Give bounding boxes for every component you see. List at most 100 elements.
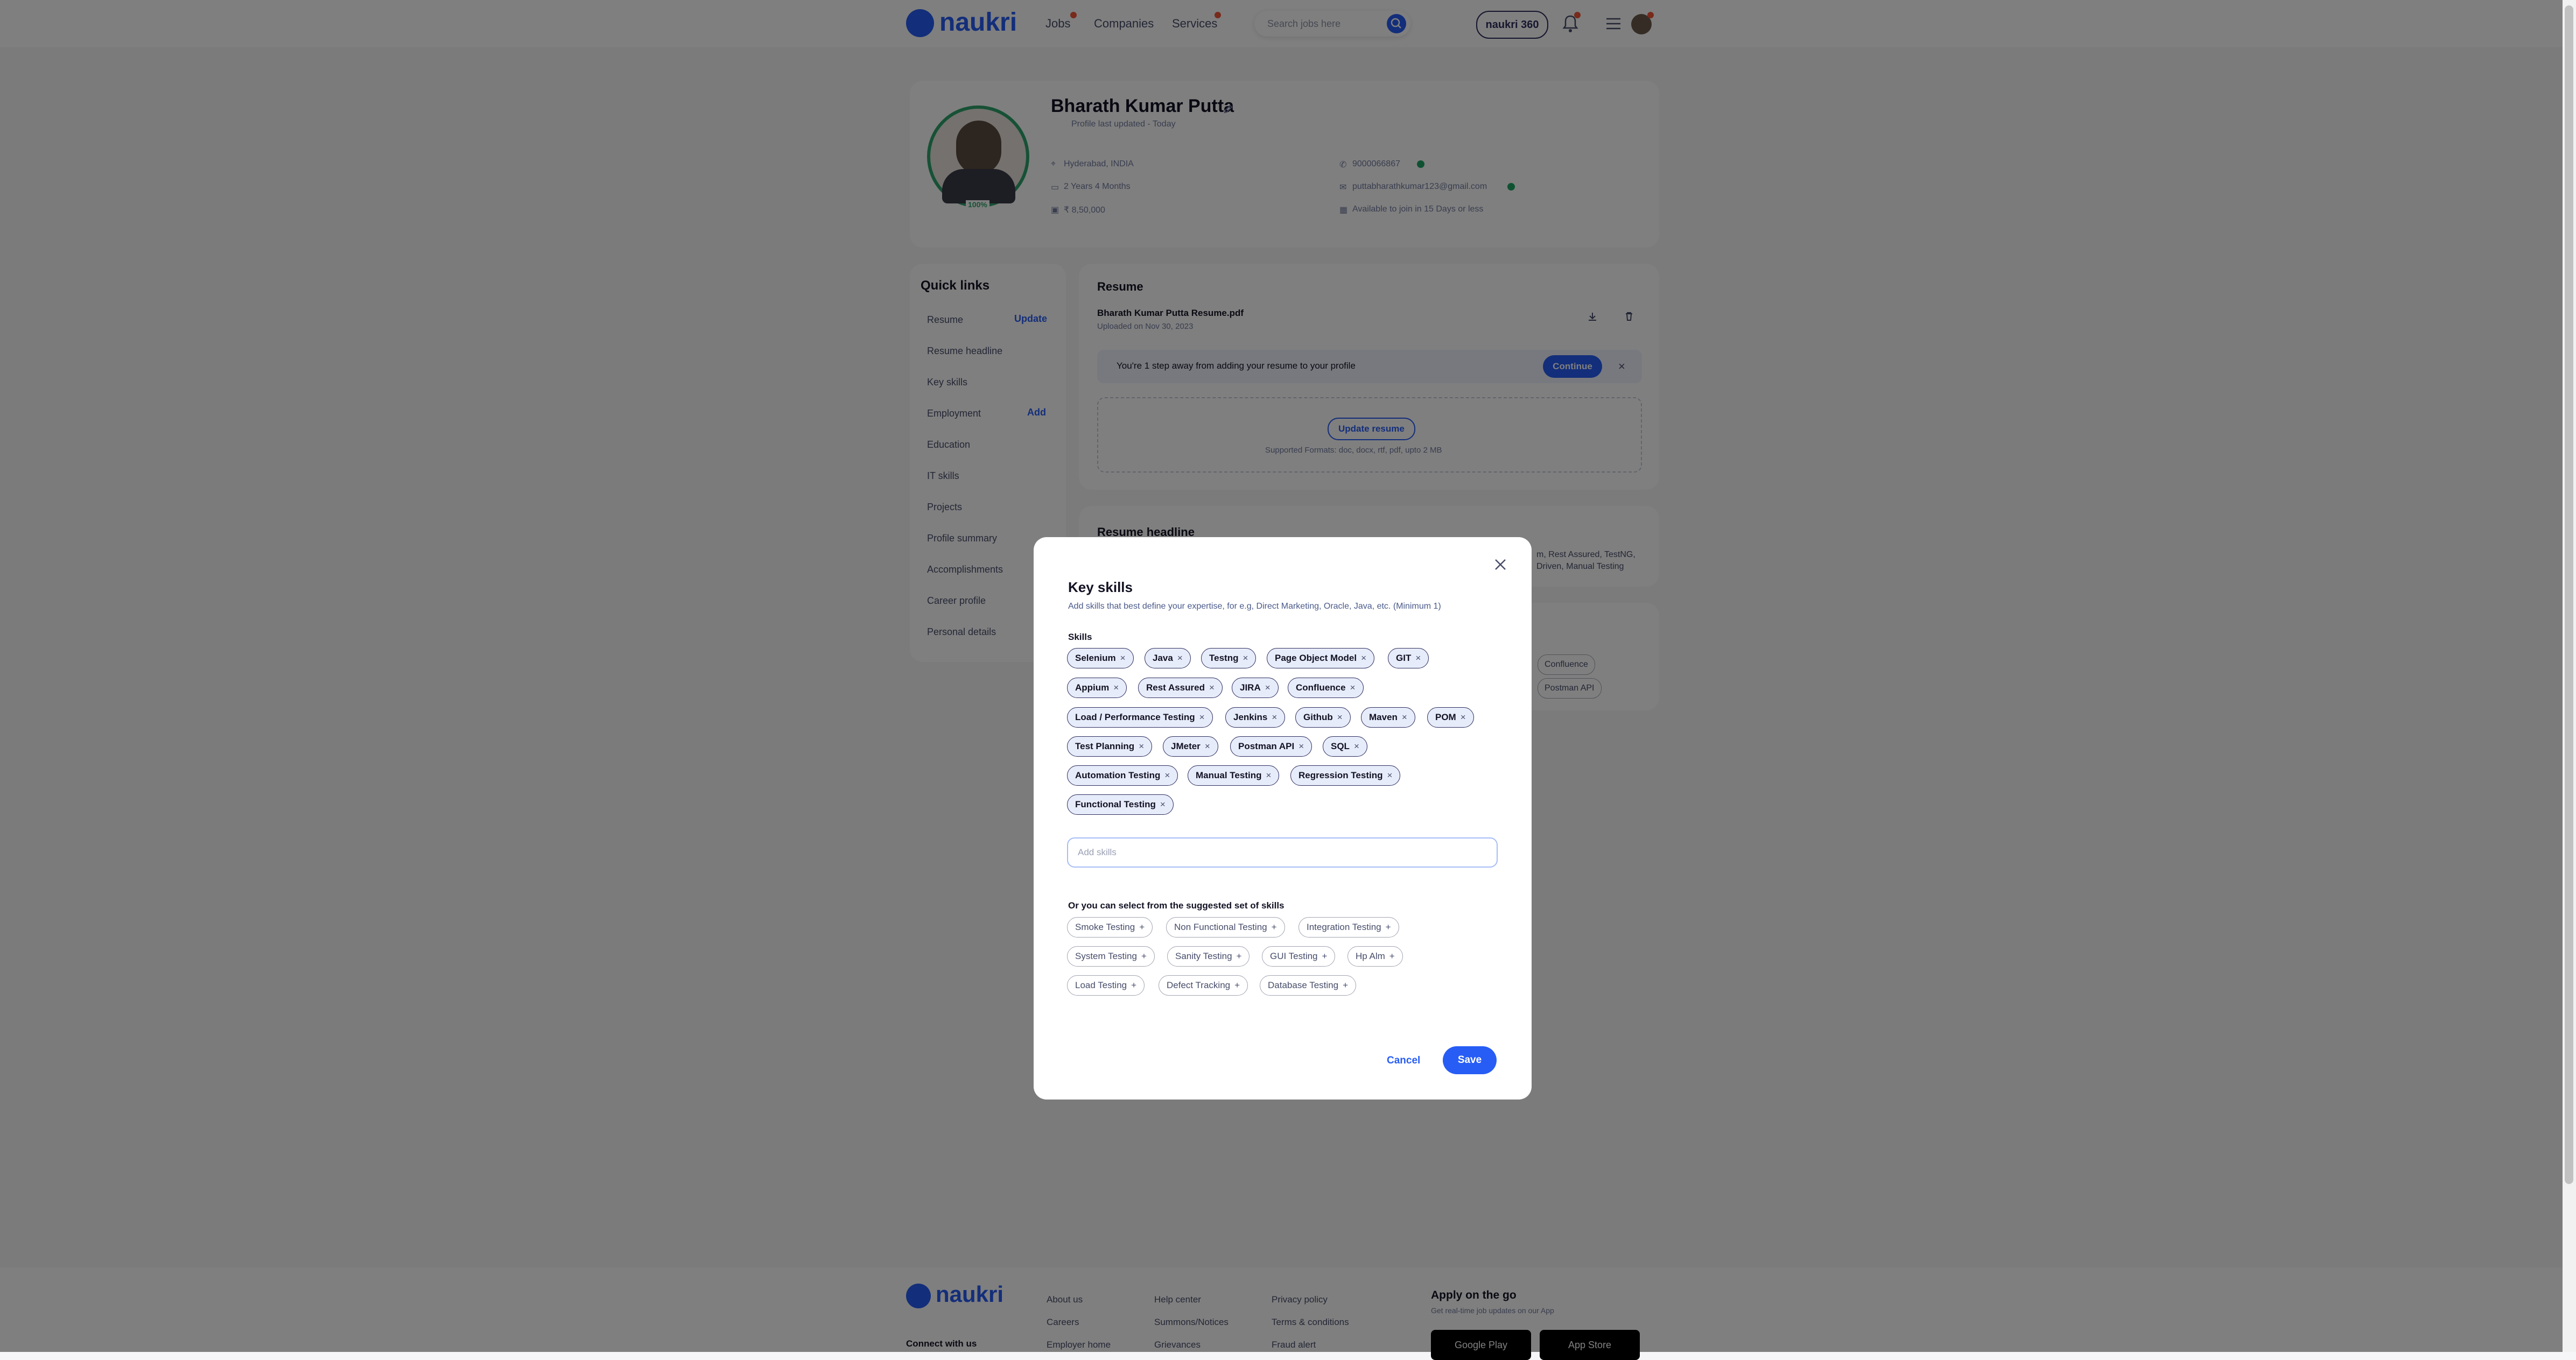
plus-icon: + — [1131, 980, 1137, 990]
plus-icon: + — [1271, 922, 1277, 932]
suggested-skill-label: Defect Tracking — [1167, 980, 1231, 990]
remove-skill-icon[interactable]: × — [1272, 712, 1277, 722]
skill-chip: Manual Testing × — [1188, 765, 1280, 786]
suggested-skill-chip[interactable]: Non Functional Testing + — [1166, 917, 1285, 938]
skill-chip: Maven × — [1361, 707, 1415, 728]
skill-chip: Appium × — [1067, 678, 1127, 698]
suggested-skill-chip[interactable]: Database Testing + — [1260, 975, 1356, 996]
skill-chip: Test Planning × — [1067, 736, 1153, 757]
remove-skill-icon[interactable]: × — [1402, 712, 1407, 722]
skill-chip-label: Postman API — [1238, 741, 1295, 751]
remove-skill-icon[interactable]: × — [1265, 682, 1271, 693]
skill-chip: Regression Testing × — [1290, 765, 1401, 786]
suggested-skill-chip[interactable]: Sanity Testing + — [1167, 946, 1250, 967]
skill-chip-label: Jenkins — [1233, 712, 1268, 722]
plus-icon: + — [1385, 922, 1391, 932]
suggested-skill-chip[interactable]: Integration Testing + — [1298, 917, 1399, 938]
skill-chip-label: SQL — [1331, 741, 1350, 751]
remove-skill-icon[interactable]: × — [1243, 653, 1248, 663]
plus-icon: + — [1234, 980, 1240, 990]
suggested-skill-chip[interactable]: Smoke Testing + — [1067, 917, 1153, 938]
skill-chip: Load / Performance Testing × — [1067, 707, 1213, 728]
cancel-button[interactable]: Cancel — [1387, 1055, 1420, 1067]
skill-chip-label: POM — [1435, 712, 1456, 722]
suggested-skill-chip[interactable]: GUI Testing + — [1262, 946, 1336, 967]
plus-icon: + — [1389, 951, 1395, 961]
suggested-skill-label: Hp Alm — [1356, 951, 1385, 961]
skill-chip-label: Load / Performance Testing — [1075, 712, 1195, 722]
skill-chip-label: GIT — [1396, 653, 1412, 663]
remove-skill-icon[interactable]: × — [1354, 741, 1359, 751]
suggested-skill-chip[interactable]: System Testing + — [1067, 946, 1155, 967]
save-button[interactable]: Save — [1443, 1046, 1497, 1074]
plus-icon: + — [1139, 922, 1145, 932]
add-skills-input[interactable]: Add skills — [1067, 837, 1498, 868]
skill-chip-label: Testng — [1209, 653, 1239, 663]
skill-chip-label: Appium — [1075, 682, 1110, 693]
skill-chip: Testng × — [1201, 648, 1257, 668]
key-skills-modal: Key skills Add skills that best define y… — [1034, 537, 1532, 1100]
skill-chip-label: Regression Testing — [1298, 770, 1383, 780]
skill-chip: Postman API × — [1230, 736, 1312, 757]
remove-skill-icon[interactable]: × — [1139, 741, 1144, 751]
skill-chip: Confluence × — [1288, 678, 1364, 698]
skill-chip: Page Object Model × — [1267, 648, 1375, 668]
skill-chip: Selenium × — [1067, 648, 1134, 668]
skill-chip: Rest Assured × — [1138, 678, 1223, 698]
plus-icon: + — [1236, 951, 1242, 961]
skill-chip-label: Maven — [1369, 712, 1398, 722]
suggested-skill-chip[interactable]: Load Testing + — [1067, 975, 1145, 996]
plus-icon: + — [1343, 980, 1348, 990]
suggested-skill-label: Non Functional Testing — [1174, 922, 1267, 932]
skill-chip: JMeter × — [1163, 736, 1218, 757]
remove-skill-icon[interactable]: × — [1160, 799, 1166, 809]
skill-chip-label: Rest Assured — [1146, 682, 1205, 693]
remove-skill-icon[interactable]: × — [1361, 653, 1366, 663]
remove-skill-icon[interactable]: × — [1337, 712, 1343, 722]
skill-chip-label: Selenium — [1075, 653, 1116, 663]
remove-skill-icon[interactable]: × — [1415, 653, 1421, 663]
skill-chip-label: Automation Testing — [1075, 770, 1161, 780]
remove-skill-icon[interactable]: × — [1298, 741, 1304, 751]
skill-chip-label: Java — [1153, 653, 1173, 663]
skill-chip-label: JIRA — [1240, 682, 1261, 693]
skill-chip-label: Confluence — [1296, 682, 1346, 693]
scrollbar-thumb[interactable] — [2565, 5, 2573, 1184]
modal-title: Key skills — [1068, 579, 1133, 595]
remove-skill-icon[interactable]: × — [1350, 682, 1356, 693]
suggested-skill-label: Database Testing — [1268, 980, 1339, 990]
suggested-skill-label: Sanity Testing — [1175, 951, 1232, 961]
remove-skill-icon[interactable]: × — [1387, 770, 1393, 780]
plus-icon: + — [1141, 951, 1147, 961]
remove-skill-icon[interactable]: × — [1461, 712, 1466, 722]
suggested-skill-label: Smoke Testing — [1075, 922, 1135, 932]
skill-chip: Automation Testing × — [1067, 765, 1178, 786]
skills-label: Skills — [1068, 632, 1092, 642]
suggested-skill-chip[interactable]: Defect Tracking + — [1159, 975, 1248, 996]
remove-skill-icon[interactable]: × — [1177, 653, 1183, 663]
skill-chip-label: Page Object Model — [1275, 653, 1357, 663]
remove-skill-icon[interactable]: × — [1113, 682, 1119, 693]
remove-skill-icon[interactable]: × — [1164, 770, 1170, 780]
skill-chip-label: Manual Testing — [1196, 770, 1262, 780]
skill-chip: POM × — [1427, 707, 1474, 728]
modal-subtitle: Add skills that best define your experti… — [1068, 602, 1441, 611]
skill-chip-label: Test Planning — [1075, 741, 1135, 751]
close-icon[interactable] — [1491, 555, 1510, 574]
remove-skill-icon[interactable]: × — [1120, 653, 1126, 663]
remove-skill-icon[interactable]: × — [1205, 741, 1210, 751]
plus-icon: + — [1322, 951, 1328, 961]
skill-chip-label: JMeter — [1171, 741, 1201, 751]
remove-skill-icon[interactable]: × — [1209, 682, 1215, 693]
remove-skill-icon[interactable]: × — [1266, 770, 1271, 780]
skill-chip-label: Functional Testing — [1075, 799, 1156, 809]
skill-chip: Functional Testing × — [1067, 794, 1174, 815]
suggested-skill-chip[interactable]: Hp Alm + — [1347, 946, 1403, 967]
suggested-skill-label: Load Testing — [1075, 980, 1127, 990]
skill-chip: Jenkins × — [1225, 707, 1286, 728]
skill-chip: Java × — [1145, 648, 1191, 668]
skill-chip: JIRA × — [1232, 678, 1279, 698]
profile-page: naukri Jobs Companies Services Search jo… — [0, 0, 2576, 1360]
skill-chip-label: Github — [1303, 712, 1333, 722]
remove-skill-icon[interactable]: × — [1199, 712, 1205, 722]
